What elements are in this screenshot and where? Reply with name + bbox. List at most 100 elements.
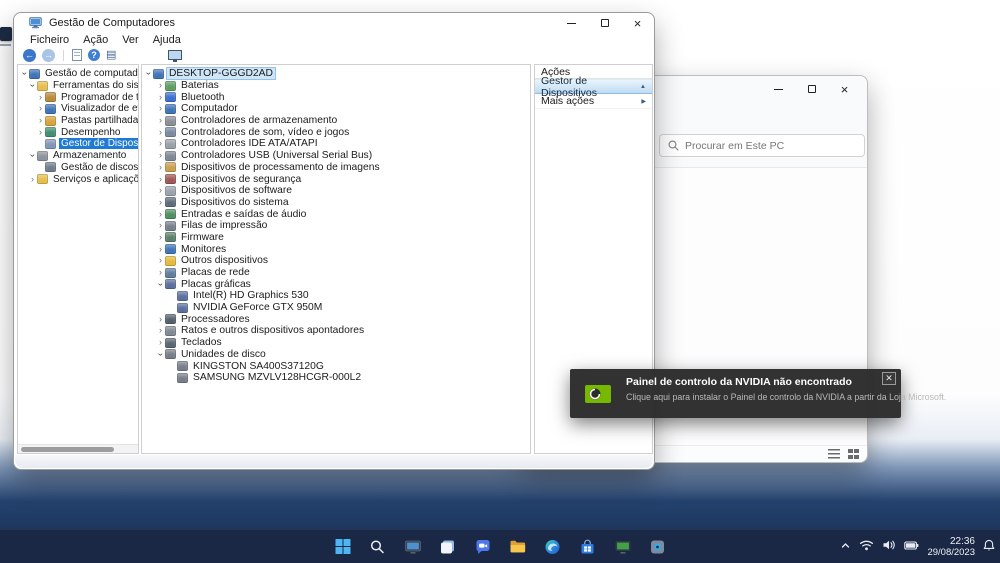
chat-button[interactable] — [470, 534, 496, 560]
close-button[interactable]: × — [621, 13, 654, 33]
list-view-icon[interactable] — [828, 449, 840, 459]
scrollbar-thumb[interactable] — [21, 447, 114, 452]
tree-item[interactable]: › Programador de tarefas — [18, 91, 138, 103]
chevron-collapsed-icon[interactable]: › — [156, 92, 165, 102]
chevron-collapsed-icon[interactable]: › — [156, 209, 165, 219]
tree-item[interactable]: SAMSUNG MZVLV128HCGR-000L2 — [142, 372, 530, 384]
tree-item[interactable]: › Placas gráficas — [142, 278, 530, 290]
tree-item[interactable]: › Serviços e aplicações — [18, 173, 138, 185]
tree-item[interactable]: Intel(R) HD Graphics 530 — [142, 290, 530, 302]
chevron-collapsed-icon[interactable]: › — [156, 232, 165, 242]
collapse-icon[interactable]: ▲ — [640, 84, 646, 90]
tree-item[interactable]: › Dispositivos de segurança — [142, 173, 530, 185]
title-bar[interactable]: Gestão de Computadores × — [14, 13, 654, 33]
tree-item[interactable]: › Pastas partilhadas — [18, 115, 138, 127]
tree-item[interactable]: KINGSTON SA400S37120G — [142, 360, 530, 372]
start-button[interactable] — [330, 534, 356, 560]
tree-item[interactable]: › Gestão de computadores (local) — [18, 68, 138, 80]
chevron-collapsed-icon[interactable]: › — [36, 127, 45, 137]
chevron-collapsed-icon[interactable]: › — [156, 186, 165, 195]
chevron-collapsed-icon[interactable]: › — [156, 244, 165, 254]
tree-item[interactable]: › Desempenho — [18, 126, 138, 138]
tree-item[interactable]: › Monitores — [142, 243, 530, 255]
chevron-collapsed-icon[interactable]: › — [156, 338, 165, 347]
desktop-shortcut-icon[interactable] — [0, 27, 12, 46]
chevron-expanded-icon[interactable]: › — [144, 69, 154, 78]
back-button[interactable]: ← — [23, 48, 36, 62]
chevron-collapsed-icon[interactable]: › — [156, 174, 165, 184]
chevron-collapsed-icon[interactable]: › — [156, 326, 165, 335]
grid-view-icon[interactable] — [848, 449, 859, 459]
file-explorer-button[interactable] — [505, 534, 531, 560]
chevron-collapsed-icon[interactable]: › — [156, 256, 165, 265]
app-misc-button[interactable] — [645, 534, 671, 560]
explorer-search-input[interactable]: Procurar em Este PC — [659, 134, 865, 157]
chevron-collapsed-icon[interactable]: › — [156, 116, 165, 125]
chevron-expanded-icon[interactable]: › — [156, 280, 166, 289]
tree-item[interactable]: › Ferramentas do sistema — [18, 80, 138, 92]
notification-center-button[interactable] — [983, 538, 995, 556]
chevron-collapsed-icon[interactable]: › — [28, 174, 37, 184]
chevron-expanded-icon[interactable]: › — [28, 151, 38, 160]
tree-item[interactable]: › Controladores de armazenamento — [142, 115, 530, 127]
tree-item[interactable]: › Entradas e saídas de áudio — [142, 208, 530, 220]
nvidia-toast-notification[interactable]: Painel de controlo da NVIDIA não encontr… — [570, 369, 946, 418]
export-list-button[interactable] — [72, 49, 82, 61]
tree-item[interactable]: › Unidades de disco — [142, 349, 530, 361]
chevron-collapsed-icon[interactable]: › — [156, 81, 165, 90]
hidden-icons-button[interactable] — [840, 538, 851, 556]
chevron-expanded-icon[interactable]: › — [20, 69, 30, 78]
tree-item[interactable]: › Computador — [142, 103, 530, 115]
tree-item[interactable]: › Baterias — [142, 80, 530, 92]
chevron-expanded-icon[interactable]: › — [156, 350, 166, 359]
chevron-collapsed-icon[interactable]: › — [156, 151, 165, 160]
menu-item-acao[interactable]: Ação — [76, 33, 115, 47]
explorer-close-button[interactable]: × — [828, 80, 861, 98]
tree-item[interactable]: › Dispositivos de software — [142, 185, 530, 197]
tree-item[interactable]: › Controladores USB (Universal Serial Bus… — [142, 150, 530, 162]
chevron-collapsed-icon[interactable]: › — [156, 162, 165, 172]
tree-item[interactable]: NVIDIA GeForce GTX 950M — [142, 302, 530, 314]
actions-group-header[interactable]: Gestor de Dispositivos ▲ — [535, 75, 652, 99]
taskbar-clock[interactable]: 22:36 29/08/2023 — [927, 536, 975, 558]
chevron-collapsed-icon[interactable]: › — [156, 139, 165, 148]
tree-item[interactable]: › Visualizador de eventos — [18, 103, 138, 115]
tree-item[interactable]: › Dispositivos de processamento de imagen… — [142, 162, 530, 174]
chevron-collapsed-icon[interactable]: › — [156, 104, 165, 113]
explorer-maximize-button[interactable] — [795, 80, 828, 98]
tree-item[interactable]: › Processadores — [142, 313, 530, 325]
chevron-collapsed-icon[interactable]: › — [156, 197, 165, 207]
edge-button[interactable] — [540, 534, 566, 560]
chevron-collapsed-icon[interactable]: › — [156, 221, 165, 230]
tree-item[interactable]: › Outros dispositivos — [142, 255, 530, 267]
tree-item[interactable]: Gestor de Dispositivos — [18, 138, 138, 150]
tree-item[interactable]: › Ratos e outros dispositivos apontadores — [142, 325, 530, 337]
properties-button[interactable]: ▤ — [106, 49, 116, 61]
tree-item[interactable]: › Bluetooth — [142, 91, 530, 103]
chevron-collapsed-icon[interactable]: › — [156, 314, 165, 324]
app-green-button[interactable] — [610, 534, 636, 560]
help-button[interactable]: ? — [88, 49, 100, 61]
maximize-button[interactable] — [588, 13, 621, 33]
chevron-collapsed-icon[interactable]: › — [36, 92, 45, 102]
explorer-minimize-button[interactable] — [762, 80, 795, 98]
tree-item[interactable]: › Placas de rede — [142, 267, 530, 279]
toast-close-button[interactable]: ✕ — [882, 372, 896, 385]
tree-item[interactable]: › Firmware — [142, 232, 530, 244]
chevron-collapsed-icon[interactable]: › — [156, 268, 165, 277]
horizontal-scrollbar[interactable] — [18, 444, 138, 453]
tree-item[interactable]: › Teclados — [142, 337, 530, 349]
menu-item-ver[interactable]: Ver — [115, 33, 146, 47]
tree-item[interactable]: › Filas de impressão — [142, 220, 530, 232]
chevron-collapsed-icon[interactable]: › — [36, 116, 45, 125]
store-button[interactable] — [575, 534, 601, 560]
app-monitor-button[interactable] — [400, 534, 426, 560]
tree-item[interactable]: › Controladores de som, vídeo e jogos — [142, 126, 530, 138]
minimize-button[interactable] — [555, 13, 588, 33]
search-button[interactable] — [365, 534, 391, 560]
wifi-button[interactable] — [859, 538, 874, 556]
menu-item-ficheiro[interactable]: Ficheiro — [23, 33, 76, 47]
chevron-collapsed-icon[interactable]: › — [36, 104, 45, 113]
task-view-button[interactable] — [435, 534, 461, 560]
console-tree-toggle-button[interactable] — [168, 50, 183, 62]
